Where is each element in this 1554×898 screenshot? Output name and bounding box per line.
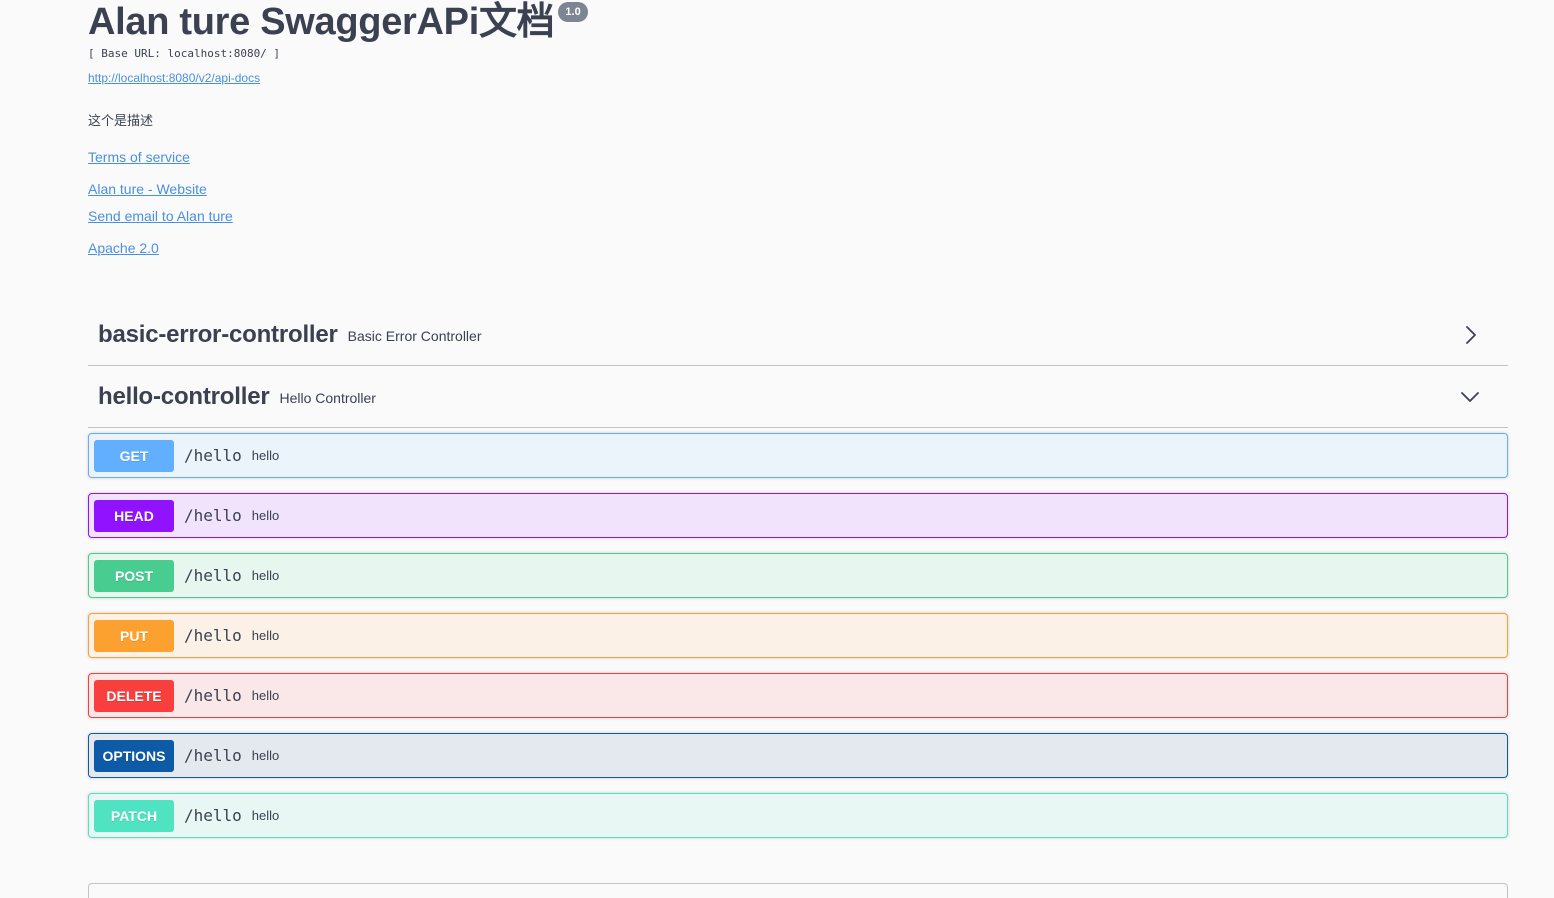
chevron-right-icon bbox=[1466, 325, 1476, 344]
method-badge-options: OPTIONS bbox=[94, 739, 174, 772]
operation-path: /hello bbox=[184, 686, 242, 705]
base-url: [ Base URL: localhost:8080/ ] bbox=[88, 47, 281, 60]
operation-get-hello[interactable]: GET /hello hello bbox=[88, 433, 1508, 478]
method-badge-get: GET bbox=[94, 439, 174, 472]
operation-summary: hello bbox=[251, 748, 280, 763]
operation-summary: hello bbox=[251, 568, 280, 583]
method-badge-delete: DELETE bbox=[94, 679, 174, 712]
email-link[interactable]: Send email to Alan ture bbox=[88, 208, 233, 224]
license-link[interactable]: Apache 2.0 bbox=[88, 240, 159, 256]
operation-path: /hello bbox=[184, 506, 242, 525]
operation-path: /hello bbox=[184, 626, 242, 645]
tag-name: basic-error-controller bbox=[98, 320, 338, 348]
operation-put-hello[interactable]: PUT /hello hello bbox=[88, 613, 1508, 658]
terms-of-service-link[interactable]: Terms of service bbox=[88, 149, 190, 165]
tag-hello-controller[interactable]: hello-controller Hello Controller bbox=[88, 366, 1508, 428]
tag-description: Basic Error Controller bbox=[347, 328, 482, 344]
page-title: Alan ture SwaggerAPi文档 bbox=[88, 1, 555, 43]
operation-post-hello[interactable]: POST /hello hello bbox=[88, 553, 1508, 598]
title-row: Alan ture SwaggerAPi文档 1.0 bbox=[88, 0, 588, 46]
tag-name: hello-controller bbox=[98, 382, 270, 410]
operation-options-hello[interactable]: OPTIONS /hello hello bbox=[88, 733, 1508, 778]
website-link[interactable]: Alan ture - Website bbox=[88, 181, 207, 197]
tag-description: Hello Controller bbox=[279, 390, 376, 406]
models-section[interactable] bbox=[88, 883, 1508, 898]
operation-head-hello[interactable]: HEAD /hello hello bbox=[88, 493, 1508, 538]
method-badge-post: POST bbox=[94, 559, 174, 592]
operation-summary: hello bbox=[251, 688, 280, 703]
method-badge-patch: PATCH bbox=[94, 799, 174, 832]
operation-path: /hello bbox=[184, 566, 242, 585]
api-docs-link[interactable]: http://localhost:8080/v2/api-docs bbox=[88, 71, 260, 85]
operation-summary: hello bbox=[251, 628, 280, 643]
method-badge-put: PUT bbox=[94, 619, 174, 652]
version-badge: 1.0 bbox=[558, 2, 588, 22]
operation-path: /hello bbox=[184, 446, 242, 465]
operation-path: /hello bbox=[184, 806, 242, 825]
operation-delete-hello[interactable]: DELETE /hello hello bbox=[88, 673, 1508, 718]
operation-path: /hello bbox=[184, 746, 242, 765]
operation-patch-hello[interactable]: PATCH /hello hello bbox=[88, 793, 1508, 838]
chevron-down-icon bbox=[1461, 391, 1479, 402]
method-badge-head: HEAD bbox=[94, 499, 174, 532]
operation-summary: hello bbox=[251, 448, 280, 463]
tag-basic-error-controller[interactable]: basic-error-controller Basic Error Contr… bbox=[88, 304, 1508, 366]
api-description: 这个是描述 bbox=[88, 113, 154, 128]
operation-summary: hello bbox=[251, 508, 280, 523]
operation-summary: hello bbox=[251, 808, 280, 823]
